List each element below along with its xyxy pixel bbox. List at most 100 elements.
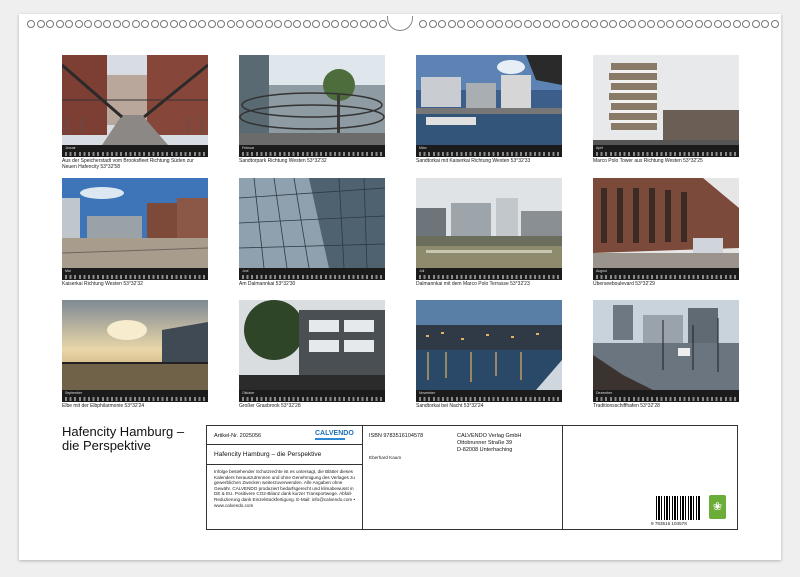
binding-ring	[761, 20, 769, 28]
binding-ring	[685, 20, 693, 28]
binding-ring	[713, 20, 722, 28]
month-label: Juni	[242, 269, 249, 273]
photo-speicherstadt-bridge	[62, 55, 208, 145]
binding-ring	[637, 20, 646, 28]
binding-ring	[552, 20, 560, 28]
eco-leaf-icon: ❀	[709, 495, 726, 519]
binding-ring	[457, 20, 465, 28]
binding-ring	[628, 20, 636, 28]
calendar-strip: November	[416, 390, 562, 402]
photo-ueberseeboulevard	[593, 178, 739, 268]
binding-ring	[369, 20, 377, 28]
publisher-line-2: Ottobrunner Straße 39	[457, 440, 513, 446]
isbn: ISBN 9783516104578	[369, 433, 424, 439]
legal-notice: Infolge bestehender Schutzrechte ist es …	[214, 469, 356, 508]
binding-ring	[561, 20, 570, 28]
binding-ring	[274, 20, 282, 28]
binding-ring	[618, 20, 627, 28]
photo-caption: Am Dalmannkai 53°32'30	[239, 281, 296, 287]
binding-ring	[476, 20, 484, 28]
binding-ring	[656, 20, 665, 28]
binding-ring	[571, 20, 579, 28]
binding-ring	[704, 20, 712, 28]
photo-caption: Traditionsschiffhafen 53°32'28	[593, 403, 660, 409]
binding-ring	[340, 20, 349, 28]
binding-ring	[675, 20, 684, 28]
binding-ring	[131, 20, 140, 28]
calendar-strip: Juli	[416, 268, 562, 280]
calvendo-logo: CALVENDO	[315, 430, 354, 437]
calendar-strip: Februar	[239, 145, 385, 157]
binding-ring	[485, 20, 494, 28]
title-line-1: Hafencity Hamburg –	[62, 424, 185, 439]
photo-caption: Sandtorkai mit Kaiserkai Richtung Westen…	[416, 158, 531, 164]
binding-ring	[55, 20, 64, 28]
binding-ring	[694, 20, 703, 28]
month-label: Februar	[242, 146, 255, 150]
binding-ring	[65, 20, 73, 28]
binding-ring	[207, 20, 216, 28]
photo-caption: Sandtorkai bei Nacht 53°32'24	[416, 403, 484, 409]
month-label: Januar	[65, 146, 76, 150]
divider	[562, 426, 563, 529]
binding-ring	[27, 20, 35, 28]
binding-ring	[312, 20, 320, 28]
calendar-strip: Mai	[62, 268, 208, 280]
binding-ring	[293, 20, 301, 28]
photo-caption: Dalmannkai mit dem Marco Polo Terrasse 5…	[416, 281, 530, 287]
photo-caption: Marco Polo Tower aus Richtung Westen 53°…	[593, 158, 703, 164]
calendar-strip: März	[416, 145, 562, 157]
calendar-title: Hafencity Hamburg – die Perspektive	[62, 425, 184, 453]
binding-ring	[122, 20, 130, 28]
binding-ring	[770, 20, 779, 28]
calendar-strip: September	[62, 390, 208, 402]
binding-ring	[179, 20, 187, 28]
photo-traditionsschiffhafen	[593, 300, 739, 390]
binding-ring	[742, 20, 750, 28]
binding-ring	[150, 20, 159, 28]
binding-ring	[112, 20, 121, 28]
calendar-strip: Dezember	[593, 390, 739, 402]
binding-ring	[302, 20, 311, 28]
divider	[362, 426, 363, 529]
binding-ring	[647, 20, 655, 28]
photo-caption: Großer Grasbrook 53°32'28	[239, 403, 301, 409]
binding-ring	[331, 20, 339, 28]
divider	[207, 464, 362, 465]
binding-ring	[46, 20, 54, 28]
month-label: März	[419, 146, 427, 150]
calvendo-logo-bar	[315, 438, 345, 440]
publisher-line-3: D-82008 Unterhaching	[457, 447, 513, 453]
binding-ring	[466, 20, 475, 28]
binding-ring	[245, 20, 254, 28]
binding-ring	[590, 20, 598, 28]
photo-grosser-grasbrook	[239, 300, 385, 390]
binding-ring	[160, 20, 168, 28]
month-label: Mai	[65, 269, 71, 273]
binding-ring	[141, 20, 149, 28]
month-label: September	[65, 391, 83, 395]
binding-ring	[264, 20, 273, 28]
binding-ring	[732, 20, 741, 28]
binding-ring	[504, 20, 513, 28]
divider	[207, 444, 362, 445]
photo-sandtorkai	[416, 55, 562, 145]
binding-ring	[93, 20, 102, 28]
binding-ring	[350, 20, 358, 28]
month-label: November	[419, 391, 436, 395]
calendar-strip: August	[593, 268, 739, 280]
binding-ring	[103, 20, 111, 28]
binding-ring	[321, 20, 330, 28]
binding-ring	[599, 20, 608, 28]
binding-ring	[226, 20, 235, 28]
binding-ring	[751, 20, 760, 28]
binding-ring	[217, 20, 225, 28]
binding-ring	[84, 20, 92, 28]
photo-caption: Kaiserkai Richtung Westen 53°32'32	[62, 281, 143, 287]
photo-caption: Aus der Speicherstadt vom Brooksfleet Ri…	[62, 158, 194, 170]
binding-ring	[236, 20, 244, 28]
binding-ring	[283, 20, 292, 28]
binding-ring	[580, 20, 589, 28]
binding-ring	[542, 20, 551, 28]
binding-ring	[533, 20, 541, 28]
